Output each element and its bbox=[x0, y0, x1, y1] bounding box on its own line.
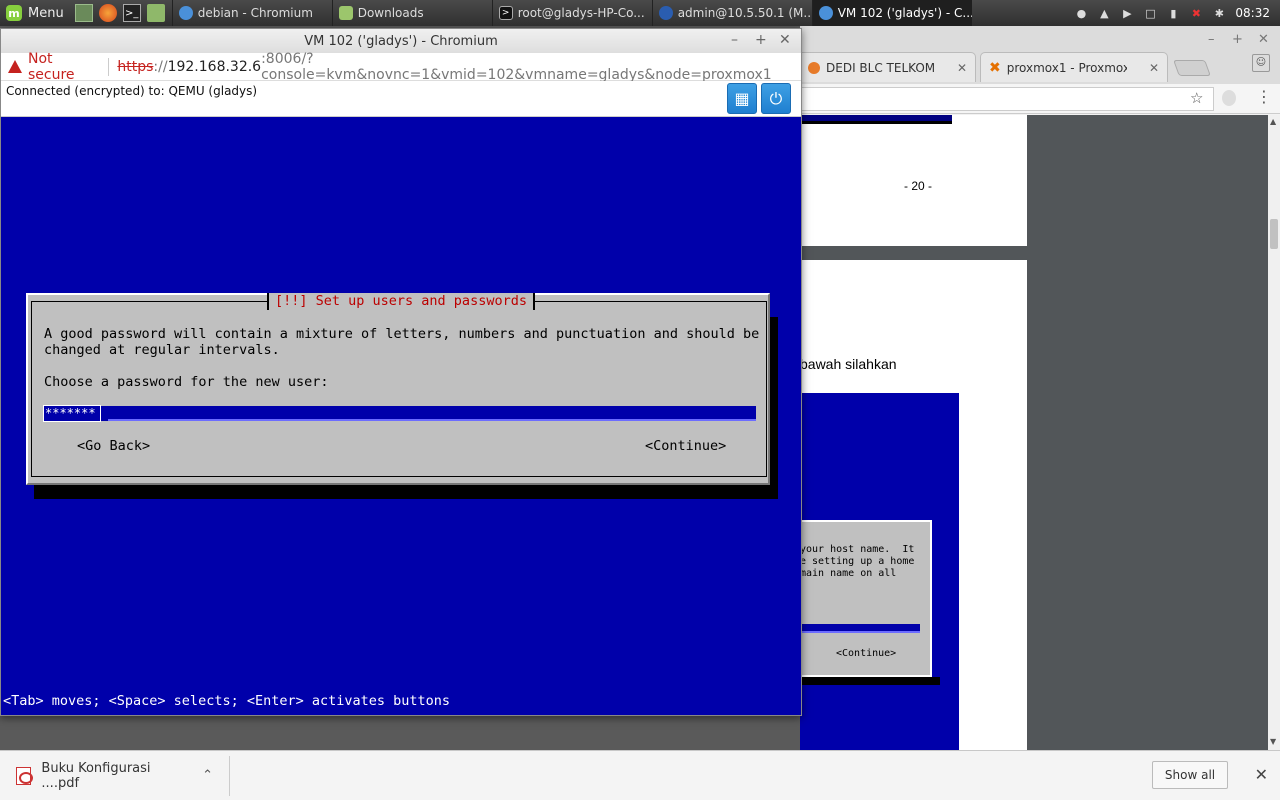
new-tab-button[interactable] bbox=[1173, 60, 1211, 76]
background-address-bar: ☆ ⋮ bbox=[800, 84, 1280, 114]
clipboard-icon[interactable]: □ bbox=[1143, 6, 1157, 20]
tab-close-icon[interactable]: ✕ bbox=[957, 61, 967, 75]
tab-dedi-blc-telkom[interactable]: DEDI BLC TELKOM ✕ bbox=[800, 52, 976, 82]
menu-button[interactable]: m Menu bbox=[0, 0, 72, 26]
taskbar-item-vm-chromium[interactable]: VM 102 ('gladys') - C... bbox=[811, 0, 972, 26]
chromium-icon bbox=[178, 6, 193, 20]
pdf-file-icon bbox=[16, 766, 34, 785]
power-button[interactable]: ⏻ bbox=[761, 83, 791, 114]
doc-text: bawah silahkan bbox=[800, 356, 897, 372]
maximize-icon[interactable]: + bbox=[755, 32, 767, 48]
scrollbar-thumb[interactable] bbox=[1270, 219, 1278, 249]
close-icon[interactable]: ✕ bbox=[1258, 32, 1269, 47]
tab-proxmox1[interactable]: ✖ proxmox1 - Proxmox Vi ✕ bbox=[980, 52, 1168, 82]
menu-label: Menu bbox=[28, 5, 64, 21]
taskbar-item-downloads[interactable]: Downloads bbox=[331, 0, 492, 26]
files-icon[interactable] bbox=[146, 4, 165, 22]
installer-dialog: [!!] Set up users and passwords A good p… bbox=[26, 293, 770, 485]
url-host: 192.168.32.6 bbox=[167, 58, 262, 75]
url-separator: :// bbox=[153, 58, 168, 75]
system-tray: ● ▲ ▶ □ ▮ ✖ ✱ 08:32 bbox=[1074, 0, 1280, 26]
orange-favicon-icon bbox=[808, 61, 820, 74]
background-omnibox[interactable] bbox=[800, 87, 1214, 111]
scroll-down-icon[interactable]: ▼ bbox=[1270, 737, 1276, 746]
bookmark-star-icon[interactable]: ☆ bbox=[1190, 89, 1203, 107]
power-icon: ⏻ bbox=[769, 88, 783, 108]
taskbar-item-winbox[interactable]: admin@10.5.50.1 (M... bbox=[651, 0, 812, 26]
window-title: VM 102 ('gladys') - Chromium bbox=[304, 33, 498, 49]
background-browser-window: – + ✕ DEDI BLC TELKOM ✕ ✖ proxmox1 - Pro… bbox=[800, 26, 1280, 750]
warning-icon bbox=[8, 60, 22, 73]
maximize-icon[interactable]: + bbox=[1232, 32, 1243, 47]
proxmox-favicon-icon: ✖ bbox=[989, 59, 1001, 76]
keyboard-arrow-icon: ▦ bbox=[734, 89, 750, 108]
url-scheme: https bbox=[117, 58, 154, 75]
send-keys-button[interactable]: ▦ bbox=[727, 83, 757, 114]
go-back-button[interactable]: <Go Back> bbox=[77, 438, 150, 454]
password-value: ******* bbox=[43, 405, 101, 422]
password-prompt: Choose a password for the new user: bbox=[44, 374, 329, 390]
download-item[interactable]: Buku Konfigurasi ....pdf ⌃ bbox=[0, 755, 230, 796]
terminal-icon: > bbox=[498, 6, 513, 20]
download-filename: Buku Konfigurasi ....pdf bbox=[41, 760, 151, 791]
linux-mint-icon: m bbox=[6, 5, 22, 21]
volume-icon[interactable]: ▶ bbox=[1120, 6, 1134, 20]
bluetooth-icon[interactable]: ✱ bbox=[1212, 6, 1226, 20]
kebab-menu-icon[interactable]: ⋮ bbox=[1256, 87, 1272, 106]
minimize-icon[interactable]: – bbox=[1208, 32, 1215, 47]
top-panel: m Menu >_ debian - Chromium Downloads > … bbox=[0, 0, 1280, 26]
scroll-up-icon[interactable]: ▲ bbox=[1270, 117, 1276, 126]
update-shield-icon[interactable]: ✖ bbox=[1189, 6, 1203, 20]
pdf-page: - 20 - bbox=[800, 115, 1027, 246]
clock[interactable]: 08:32 bbox=[1235, 6, 1270, 20]
battery-icon[interactable]: ▮ bbox=[1166, 6, 1180, 20]
vm-console-window: VM 102 ('gladys') - Chromium – + ✕ Not s… bbox=[0, 28, 802, 716]
background-tabstrip: – + ✕ DEDI BLC TELKOM ✕ ✖ proxmox1 - Pro… bbox=[800, 26, 1280, 84]
address-bar[interactable]: Not secure https://192.168.32.6:8006/?co… bbox=[1, 50, 801, 83]
taskbar-item-terminal[interactable]: > root@gladys-HP-Co... bbox=[491, 0, 652, 26]
extension-icon[interactable] bbox=[1222, 90, 1236, 106]
chromium-icon bbox=[818, 6, 833, 20]
show-all-button[interactable]: Show all bbox=[1152, 761, 1228, 789]
wifi-icon[interactable]: ▲ bbox=[1097, 6, 1111, 20]
continue-button[interactable]: <Continue> bbox=[645, 438, 726, 454]
url-path: :8006/?console=kvm&novnc=1&vmid=102&vmna… bbox=[261, 50, 772, 83]
connection-status: Connected (encrypted) to: QEMU (gladys) bbox=[6, 84, 258, 98]
terminal-launcher-icon[interactable]: >_ bbox=[122, 4, 141, 22]
minimize-icon[interactable]: – bbox=[731, 32, 738, 48]
user-icon[interactable]: ● bbox=[1074, 6, 1088, 20]
novnc-control-bar: Connected (encrypted) to: QEMU (gladys) … bbox=[1, 81, 801, 117]
close-icon[interactable]: ✕ bbox=[1255, 765, 1268, 784]
download-bar: Buku Konfigurasi ....pdf ⌃ Show all ✕ bbox=[0, 750, 1280, 800]
page-number: - 20 - bbox=[904, 179, 933, 193]
chevron-up-icon[interactable]: ⌃ bbox=[202, 768, 213, 783]
winbox-icon bbox=[658, 6, 673, 20]
close-icon[interactable]: ✕ bbox=[779, 32, 791, 48]
folder-icon bbox=[338, 6, 353, 20]
tab-close-icon[interactable]: ✕ bbox=[1149, 61, 1159, 75]
scrollbar[interactable]: ▲ ▼ bbox=[1268, 115, 1280, 750]
not-secure-label[interactable]: Not secure bbox=[28, 51, 100, 83]
pdf-embedded-dialog: your host name. It e setting up a home mai… bbox=[800, 520, 932, 677]
firefox-icon[interactable] bbox=[98, 4, 117, 22]
pdf-viewer: - 20 - bawah silahkan your host name. It… bbox=[800, 115, 1268, 750]
dialog-text-line: A good password will contain a mixture o… bbox=[44, 326, 760, 342]
dialog-title: [!!] Set up users and passwords bbox=[267, 293, 535, 310]
keyboard-hint: <Tab> moves; <Space> selects; <Enter> ac… bbox=[3, 693, 451, 709]
profile-icon[interactable]: ☺ bbox=[1252, 54, 1270, 72]
dialog-text-line: changed at regular intervals. bbox=[44, 342, 280, 358]
password-input[interactable]: ******* bbox=[43, 405, 756, 422]
taskbar-item-debian-chromium[interactable]: debian - Chromium bbox=[171, 0, 332, 26]
vm-screen[interactable]: [!!] Set up users and passwords A good p… bbox=[1, 117, 801, 715]
window-titlebar[interactable]: VM 102 ('gladys') - Chromium – + ✕ bbox=[1, 29, 801, 53]
show-desktop-icon[interactable] bbox=[74, 4, 93, 22]
